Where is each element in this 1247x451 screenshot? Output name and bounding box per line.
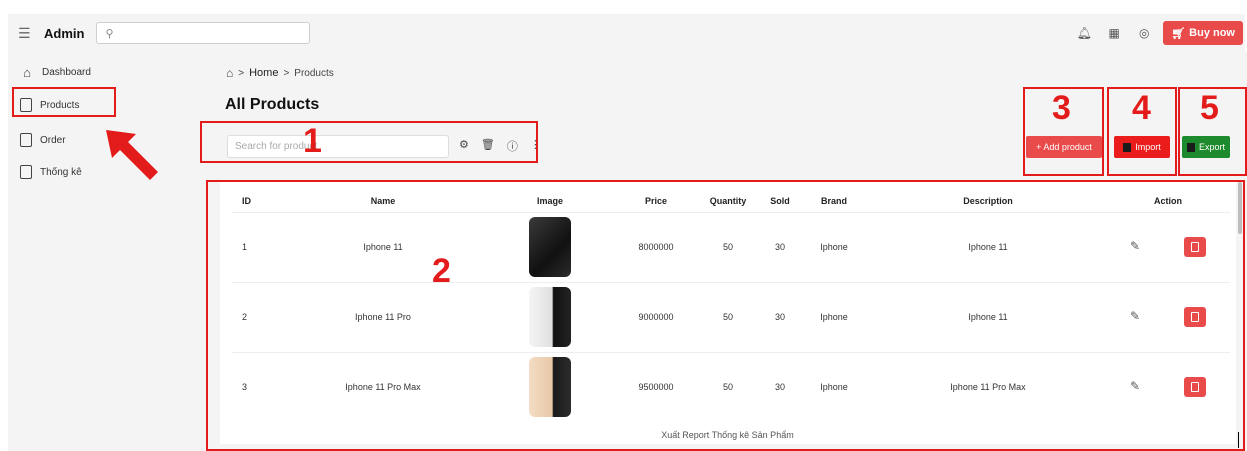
search-icon: ⚲ <box>105 27 114 40</box>
products-highlight-box <box>12 87 116 117</box>
menu-icon[interactable]: ☰ <box>18 25 38 42</box>
text-cursor <box>1238 432 1239 448</box>
breadcrumb-current: Products <box>294 67 334 79</box>
app-brand: Admin <box>44 25 85 41</box>
breadcrumb: ⌂ > Home > Products <box>226 66 334 80</box>
search-toolbar-highlight-box <box>200 121 538 163</box>
breadcrumb-home-icon[interactable]: ⌂ <box>226 66 233 80</box>
apps-grid-icon[interactable]: ▦ <box>1103 26 1125 40</box>
sidebar-item-order[interactable]: Order <box>20 129 66 151</box>
sidebar-item-thong-ke[interactable]: Thống kê <box>20 161 82 183</box>
annotation-number-2: 2 <box>432 252 451 290</box>
buy-now-button[interactable]: 🛒︎ Buy now <box>1163 21 1243 45</box>
annotation-number-5: 5 <box>1200 89 1219 127</box>
home-icon: ⌂ <box>23 64 31 80</box>
buy-now-label: Buy now <box>1189 27 1235 39</box>
sidebar-item-label: Dashboard <box>42 66 91 78</box>
top-bar: ☰ Admin ⚲ 🔔︎ ▦ ◎ 🛒︎ Buy now <box>8 14 1245 52</box>
annotation-number-4: 4 <box>1132 89 1151 127</box>
page-icon <box>20 133 32 147</box>
table-highlight-box <box>206 180 1245 451</box>
sidebar-item-label: Order <box>40 134 66 146</box>
user-circle-icon[interactable]: ◎ <box>1133 26 1155 40</box>
sidebar-item-dashboard[interactable]: ⌂ Dashboard <box>20 61 91 83</box>
global-search-input[interactable]: ⚲ <box>96 22 311 44</box>
cart-icon: 🛒︎ <box>1171 27 1186 40</box>
page-title: All Products <box>225 96 320 113</box>
pointer-arrow-icon <box>106 130 158 180</box>
top-right-actions: 🔔︎ ▦ ◎ 🛒︎ Buy now <box>1073 21 1243 45</box>
breadcrumb-separator: > <box>283 67 290 79</box>
page-icon <box>20 165 32 179</box>
annotation-number-3: 3 <box>1052 89 1071 127</box>
bell-icon[interactable]: 🔔︎ <box>1073 26 1095 40</box>
breadcrumb-separator: > <box>238 67 245 79</box>
breadcrumb-home-link[interactable]: Home <box>249 67 278 79</box>
sidebar-item-label: Thống kê <box>40 166 82 178</box>
app-root: ☰ Admin ⚲ 🔔︎ ▦ ◎ 🛒︎ Buy now ⌂ Dashboard … <box>0 0 1247 451</box>
annotation-number-1: 1 <box>303 122 322 160</box>
